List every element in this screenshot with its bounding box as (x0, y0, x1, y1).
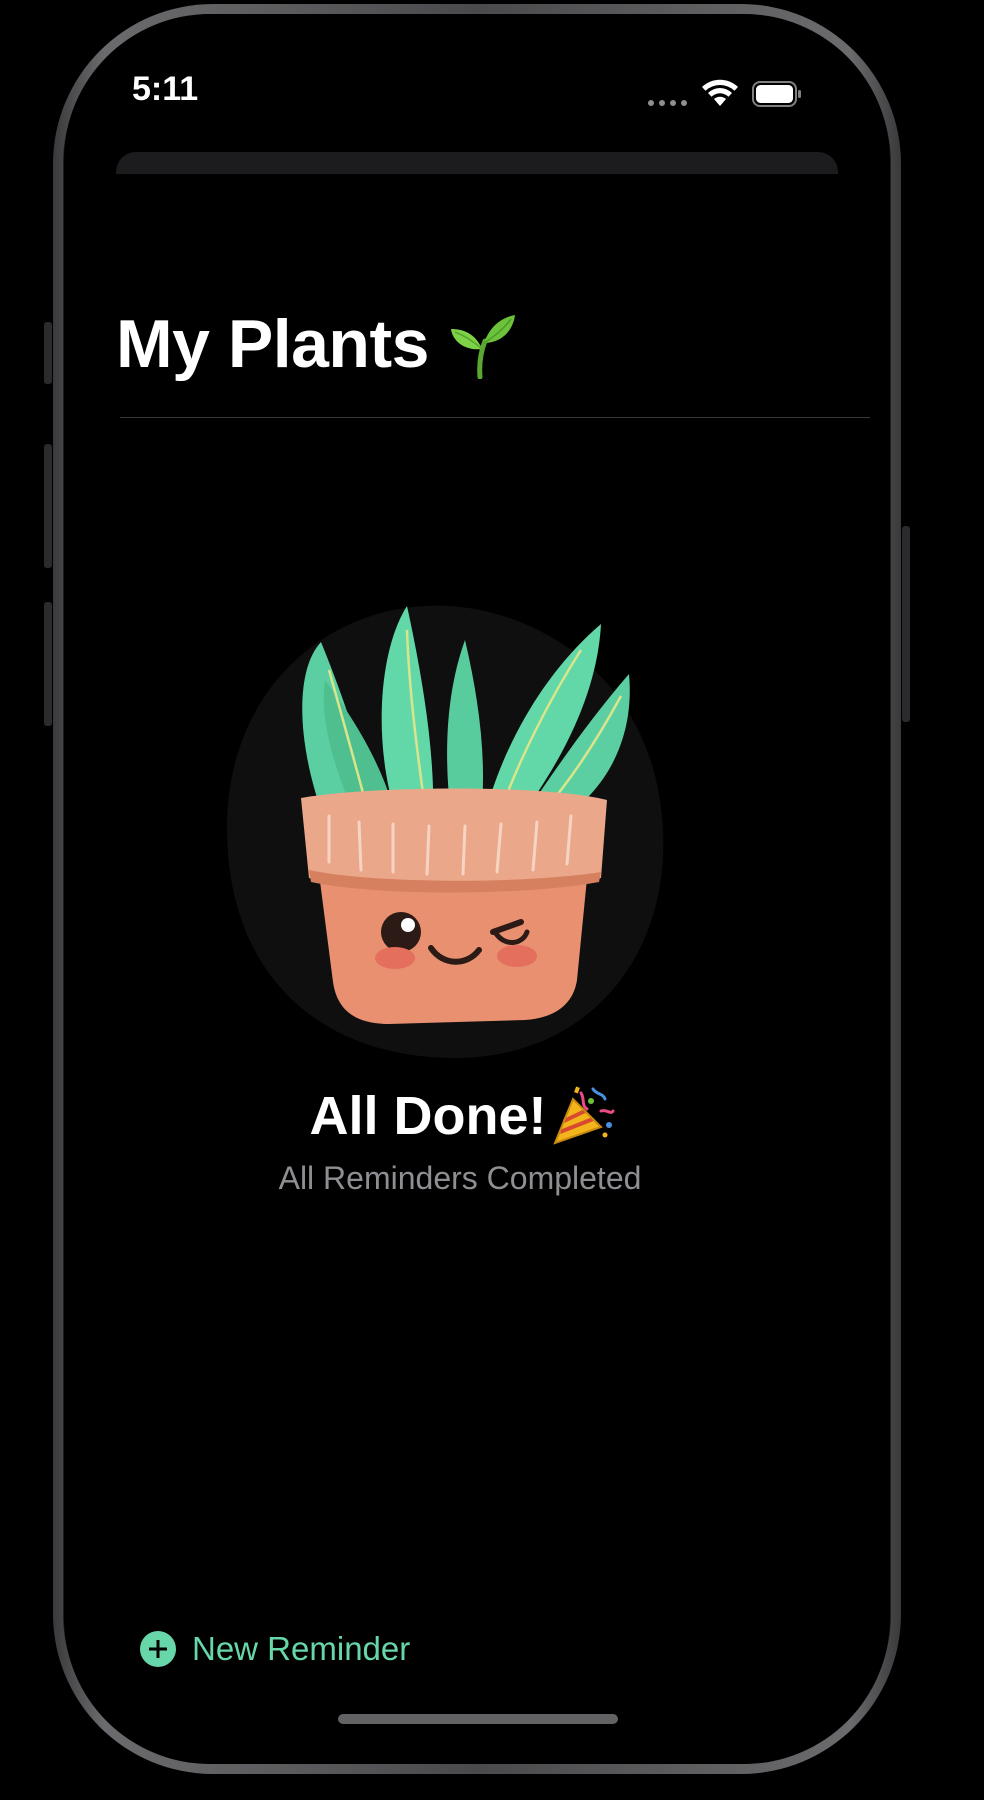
volume-up-button (44, 444, 52, 568)
plus-circle-icon (140, 1631, 176, 1667)
battery-icon (752, 81, 801, 107)
empty-state-subtitle: All Reminders Completed (0, 1160, 984, 1197)
page-title: My Plants (116, 305, 517, 383)
silent-switch (44, 322, 52, 384)
new-reminder-label: New Reminder (192, 1630, 411, 1667)
succulent-illustration (226, 605, 664, 1058)
empty-state-title-text: All Done! (309, 1086, 547, 1146)
device-mockup: 5:11 My Plants All Done! All Reminders C… (0, 0, 984, 1800)
home-indicator[interactable] (338, 1714, 618, 1724)
empty-state-title: All Done! (0, 1085, 984, 1147)
empty-state-subtitle-text: All Reminders Completed (278, 1160, 642, 1196)
page-title-text: My Plants (116, 306, 429, 382)
party-popper-icon (552, 1086, 614, 1145)
signal-dots-icon (648, 100, 687, 106)
new-reminder-button[interactable]: New Reminder (140, 1630, 410, 1668)
seedling-icon (450, 315, 515, 379)
sheet-peek-edge (116, 152, 838, 174)
volume-down-button (44, 602, 52, 726)
header-divider (120, 417, 870, 418)
status-time: 5:11 (132, 70, 199, 108)
wifi-icon (702, 79, 738, 106)
power-button (902, 526, 910, 722)
